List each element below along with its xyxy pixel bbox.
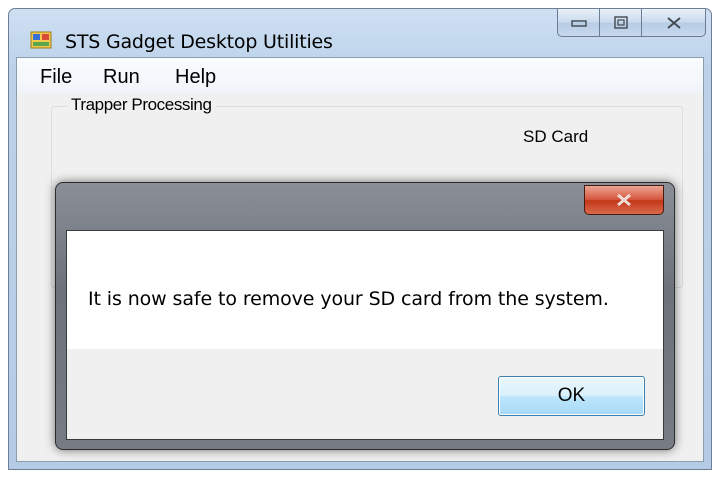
menu-help[interactable]: Help [175,66,216,89]
minimize-button[interactable] [557,9,600,37]
menu-bar: File Run Help [17,58,703,94]
close-icon [666,16,681,29]
group-label: Trapper Processing [67,95,216,115]
menu-run[interactable]: Run [103,66,140,89]
message-dialog: It is now safe to remove your SD card fr… [55,182,675,450]
minimize-icon [570,19,587,27]
close-button[interactable] [642,9,706,37]
dialog-client-area: It is now safe to remove your SD card fr… [66,230,664,440]
title-bar[interactable]: STS Gadget Desktop Utilities [9,9,711,57]
dialog-message-area: It is now safe to remove your SD card fr… [67,231,663,349]
ok-button[interactable]: OK [498,376,645,416]
dialog-close-button[interactable] [584,185,664,215]
maximize-icon [613,16,628,29]
menu-file[interactable]: File [40,66,72,89]
window-title: STS Gadget Desktop Utilities [65,31,333,53]
close-icon [617,194,631,206]
sd-card-label: SD Card [523,127,589,146]
dialog-message: It is now safe to remove your SD card fr… [88,288,609,310]
caption-buttons [557,9,706,37]
app-icon [30,31,52,49]
maximize-button[interactable] [600,9,642,37]
